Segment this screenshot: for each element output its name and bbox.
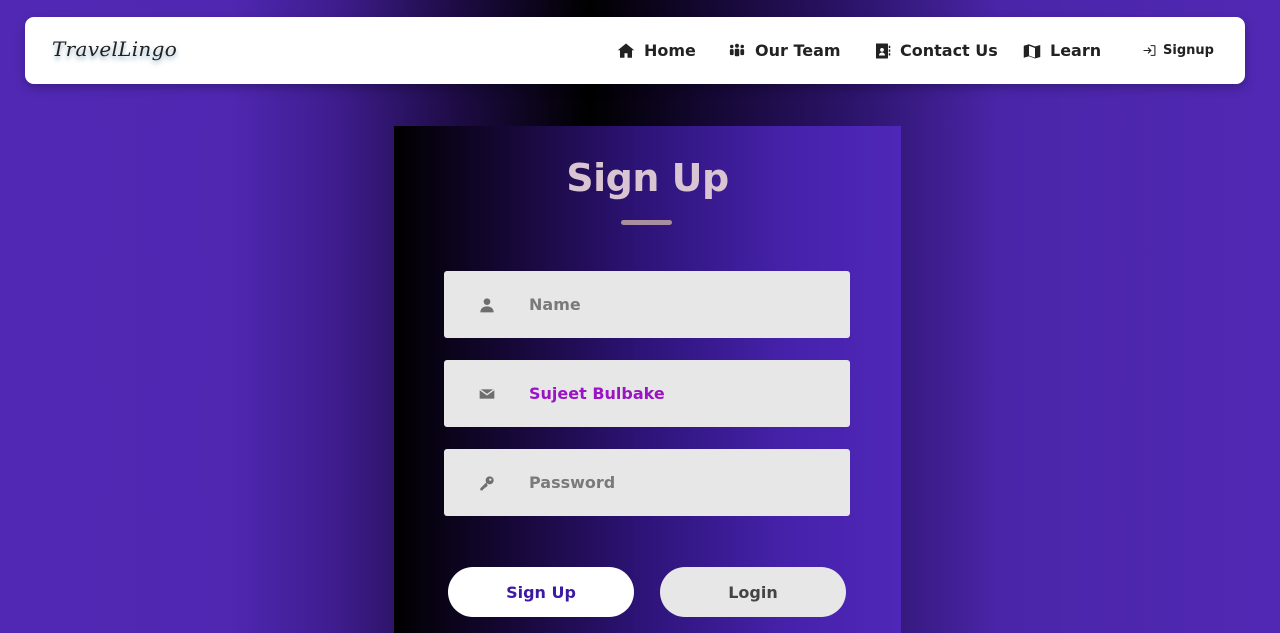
sign-in-icon (1139, 41, 1159, 61)
login-button[interactable]: Login (660, 567, 846, 617)
brand-logo[interactable]: TravelLingo (52, 37, 177, 61)
nav-label-contact-us: Contact Us (900, 41, 998, 60)
signup-button[interactable]: Sign Up (448, 567, 634, 617)
nav-item-contact-us[interactable]: Contact Us (872, 17, 998, 84)
home-icon (616, 41, 636, 61)
title-underline (621, 220, 672, 225)
form-title: Sign Up (566, 156, 729, 200)
password-field (444, 449, 850, 516)
password-input[interactable] (529, 473, 829, 492)
user-icon (444, 297, 529, 313)
nav-label-signup: Signup (1163, 43, 1214, 58)
key-icon (444, 475, 529, 491)
email-input[interactable] (529, 384, 829, 403)
nav-item-our-team[interactable]: Our Team (727, 17, 841, 84)
nav-item-learn[interactable]: Learn (1022, 17, 1101, 84)
name-field (444, 271, 850, 338)
nav-item-home[interactable]: Home (616, 17, 696, 84)
name-input[interactable] (529, 295, 829, 314)
navbar: TravelLingo Home Our Team Contact Us Lea… (25, 17, 1245, 84)
nav-item-signup[interactable]: Signup (1139, 17, 1214, 84)
email-field (444, 360, 850, 427)
contact-card-icon (872, 41, 892, 61)
people-icon (727, 41, 747, 61)
envelope-icon (444, 386, 529, 402)
nav-label-learn: Learn (1050, 41, 1102, 60)
map-icon (1022, 41, 1042, 61)
nav-label-home: Home (644, 41, 696, 60)
nav-label-our-team: Our Team (755, 41, 841, 60)
signup-card: Sign Up Sign Up Login (394, 126, 901, 633)
